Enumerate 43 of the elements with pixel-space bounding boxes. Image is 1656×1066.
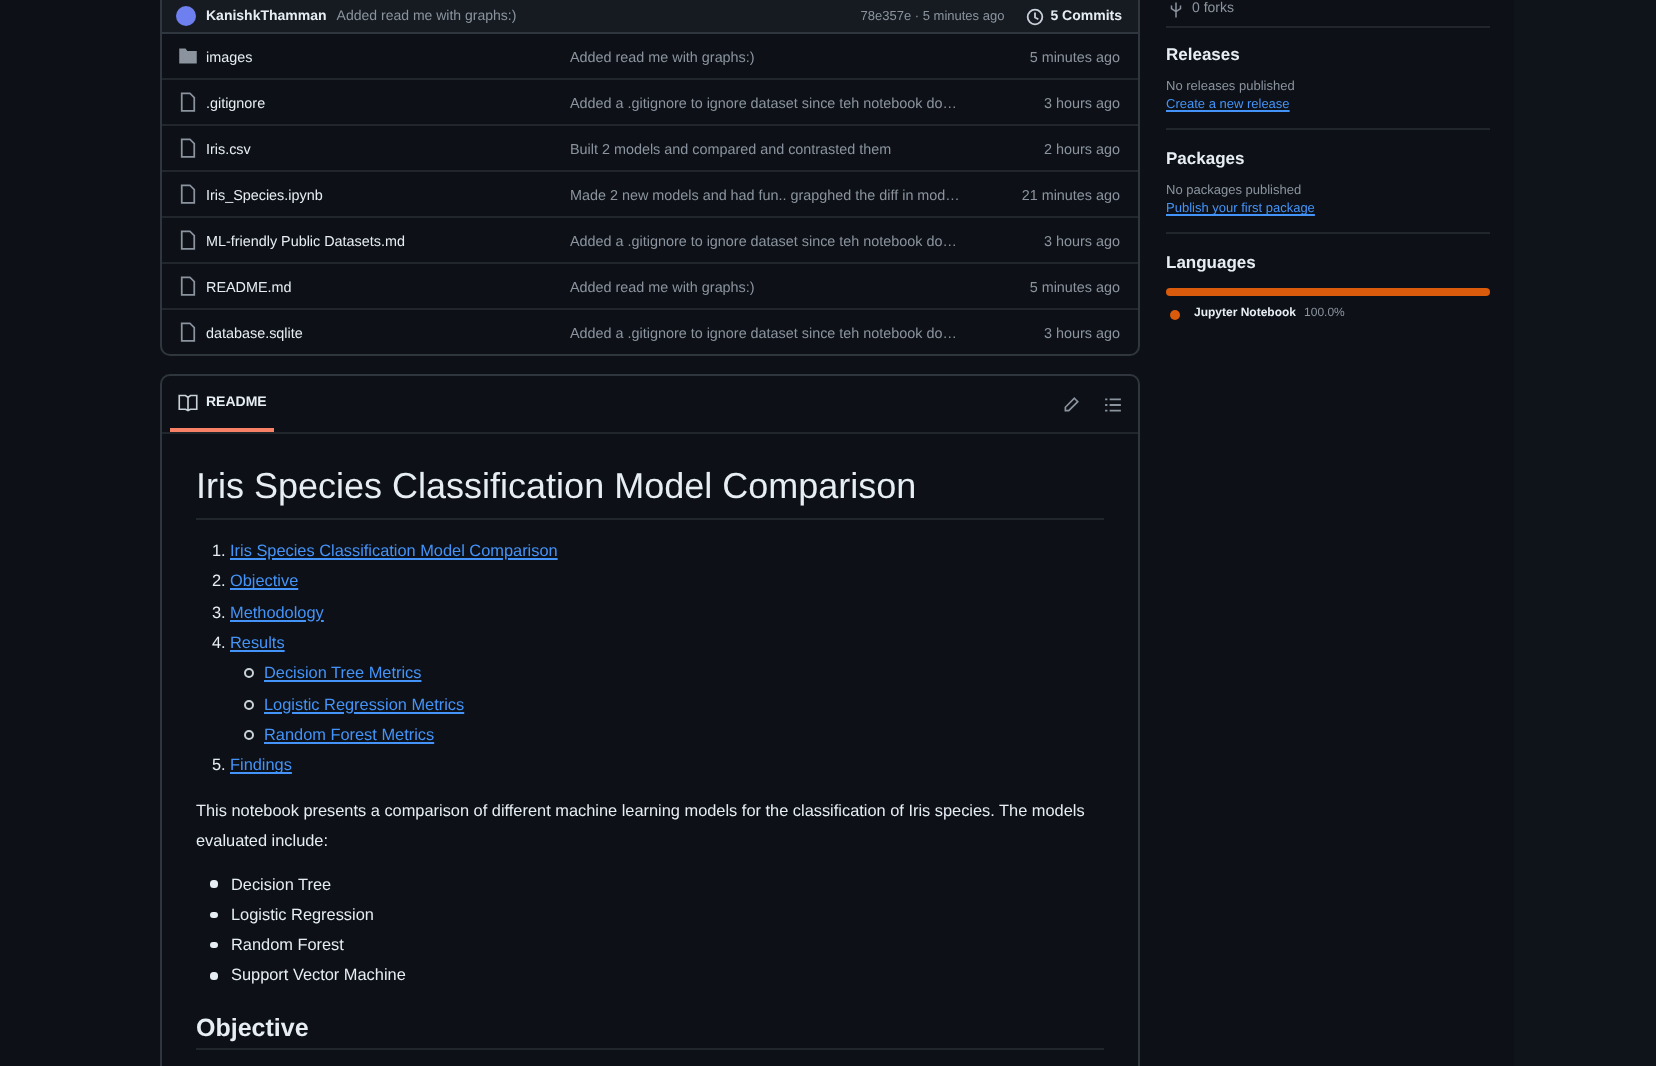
- folder-icon: [178, 46, 198, 66]
- fork-icon: [1170, 2, 1182, 18]
- bullet-icon: [210, 911, 217, 919]
- model-item: Logistic Regression: [231, 905, 374, 924]
- toc-link[interactable]: Methodology: [230, 603, 324, 622]
- section-title: Packages: [1166, 148, 1247, 168]
- file-icon: [178, 276, 198, 296]
- bullet-icon: [244, 729, 254, 740]
- section-heading: Objective: [196, 1013, 1104, 1050]
- avatar-icon: [176, 6, 196, 26]
- list-number: 1.: [212, 542, 224, 561]
- model-item: Random Forest: [231, 936, 344, 955]
- toc-link[interactable]: Random Forest Metrics: [264, 725, 435, 744]
- model-item: Support Vector Machine: [231, 966, 406, 985]
- bullet-icon: [244, 668, 254, 679]
- list-number: 2.: [212, 572, 224, 591]
- list-number: 5.: [212, 756, 224, 775]
- list-number: 4.: [212, 634, 224, 653]
- toc-link[interactable]: Findings: [230, 756, 292, 775]
- readme-title: Iris Species Classification Model Comparison: [196, 466, 1104, 520]
- bullet-icon: [210, 880, 217, 888]
- bullet-icon: [210, 972, 217, 980]
- toc-link[interactable]: Decision Tree Metrics: [264, 664, 422, 683]
- section-title: Languages: [1166, 252, 1258, 272]
- model-item: Decision Tree: [231, 875, 332, 894]
- file-icon: [178, 322, 198, 342]
- file-icon: [178, 92, 198, 112]
- toc-link[interactable]: Logistic Regression Metrics: [264, 695, 465, 714]
- book-icon: [178, 393, 198, 411]
- file-icon: [178, 138, 198, 158]
- section-title: Releases: [1166, 44, 1242, 64]
- file-icon: [178, 184, 198, 204]
- bullet-icon: [244, 699, 254, 710]
- toc-link[interactable]: Objective: [230, 572, 299, 591]
- intro-paragraph: This notebook presents a comparison of different machine learning models for the classification of Iris species. The models evaluated include:: [196, 800, 1087, 855]
- outline-icon[interactable]: [1104, 395, 1122, 413]
- toc-link[interactable]: Results: [230, 634, 285, 653]
- list-number: 3.: [212, 603, 224, 622]
- bullet-icon: [210, 941, 217, 949]
- history-icon: [1026, 7, 1045, 25]
- edit-icon[interactable]: [1062, 395, 1080, 413]
- toc-link[interactable]: Iris Species Classification Model Comparison: [230, 542, 558, 561]
- file-icon: [178, 230, 198, 250]
